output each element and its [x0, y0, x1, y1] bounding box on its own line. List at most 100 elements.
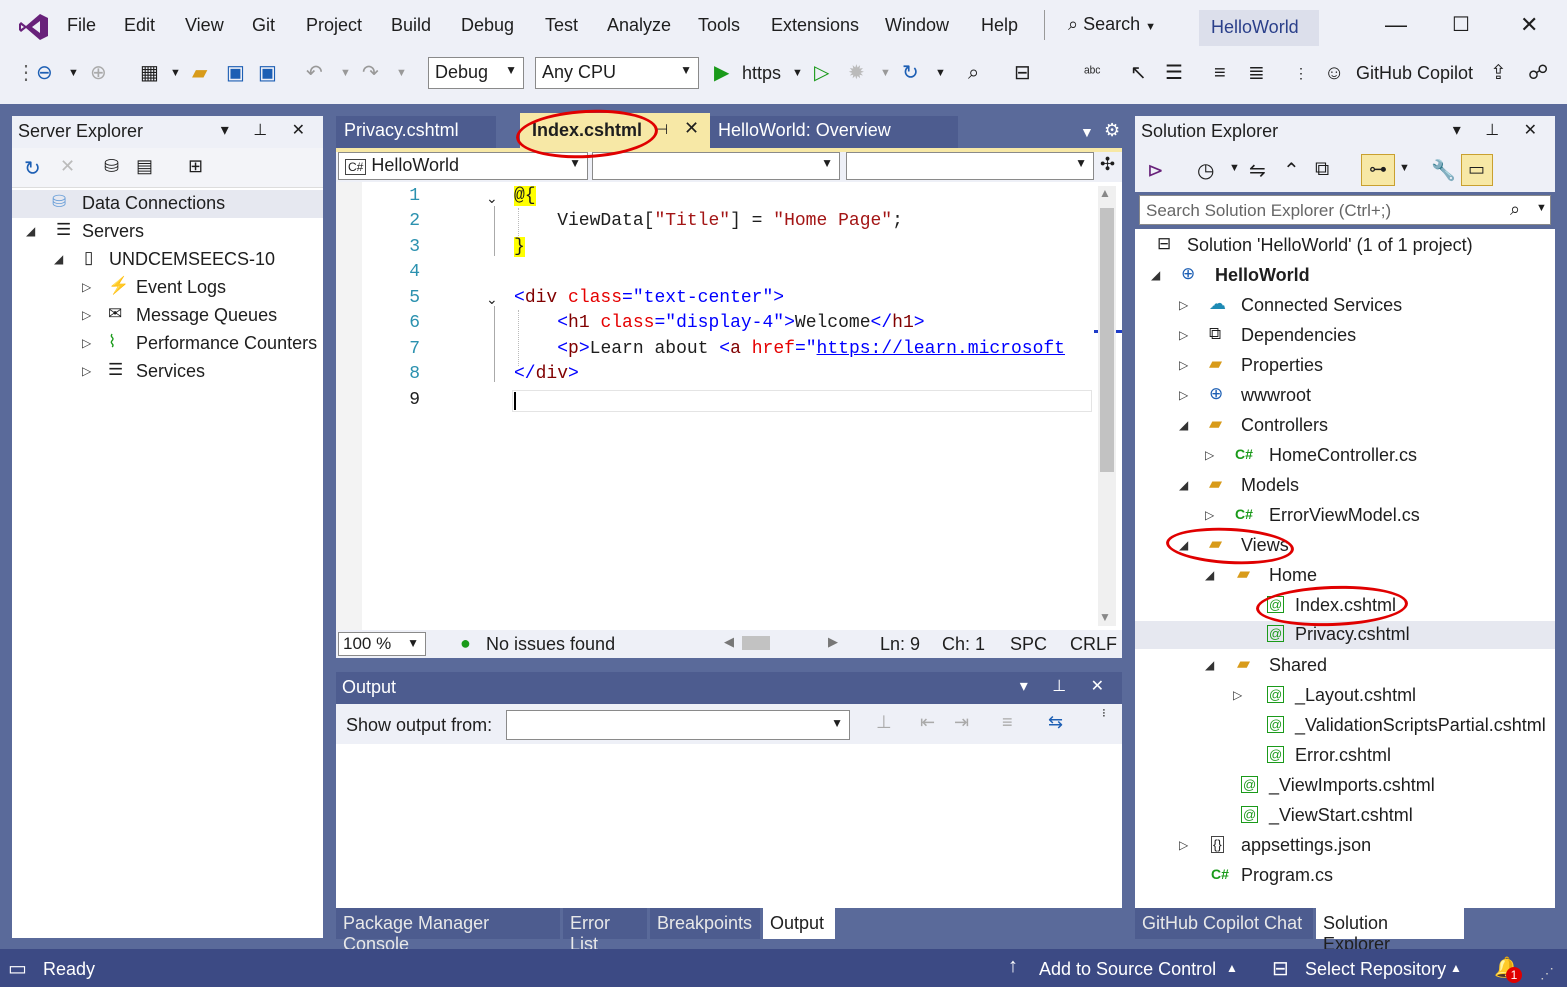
menu-debug[interactable]: Debug: [461, 15, 514, 36]
tree-appsettings[interactable]: ▷ {} appsettings.json: [1135, 832, 1555, 860]
collapse-arrow-icon[interactable]: ◢: [1179, 478, 1188, 492]
type-nav-select[interactable]: ▼: [592, 152, 840, 180]
panel-controls[interactable]: ▾ ⊥ ✕: [1020, 676, 1114, 696]
undo-dropdown-icon[interactable]: ▼: [340, 60, 351, 86]
expand-arrow-icon[interactable]: ▷: [1205, 508, 1214, 522]
copilot-icon[interactable]: ☺: [1324, 60, 1344, 86]
menu-window[interactable]: Window: [885, 15, 949, 36]
collapse-arrow-icon[interactable]: ◢: [1205, 568, 1214, 582]
visual-studio-logo-icon[interactable]: [18, 12, 50, 42]
menu-extensions[interactable]: Extensions: [771, 15, 859, 36]
expand-arrow-icon[interactable]: ▷: [1179, 358, 1188, 372]
refresh-icon[interactable]: ↻: [24, 156, 41, 181]
line-ending-indicator[interactable]: CRLF: [1070, 634, 1117, 655]
browser-link-icon[interactable]: ⊟: [1014, 60, 1031, 86]
tree-project[interactable]: ◢ ⊕ HelloWorld: [1135, 262, 1555, 290]
comment-icon[interactable]: ≡: [1214, 60, 1226, 86]
tree-item-performance-counters[interactable]: ▷ ⌇ Performance Counters: [12, 330, 323, 358]
tree-error-view-model[interactable]: ▷ C# ErrorViewModel.cs: [1135, 502, 1555, 530]
scrollbar-thumb[interactable]: [1100, 208, 1114, 472]
open-folder-icon[interactable]: ▰: [192, 60, 207, 86]
minimize-icon[interactable]: —: [1385, 12, 1407, 38]
connect-database-icon[interactable]: ⛁: [104, 156, 119, 177]
expand-arrow-icon[interactable]: ▷: [82, 336, 91, 350]
new-project-icon[interactable]: ▦: [140, 60, 159, 86]
fold-collapse-icon[interactable]: ⌄: [486, 190, 498, 207]
toolbar-overflow-icon[interactable]: ⋮: [1294, 60, 1308, 86]
back-icon[interactable]: ⊖: [36, 60, 53, 86]
menu-help[interactable]: Help: [981, 15, 1018, 36]
close-tab-icon[interactable]: ✕: [684, 118, 699, 139]
tree-program-cs[interactable]: C# Program.cs: [1135, 862, 1555, 890]
run-dropdown-icon[interactable]: ▼: [792, 60, 803, 86]
undo-icon[interactable]: ↶: [306, 60, 323, 86]
tree-item-servers[interactable]: ◢ ☰ Servers: [12, 218, 323, 246]
config-select[interactable]: Debug ▼: [428, 57, 524, 89]
tree-solution[interactable]: ⊟ Solution 'HelloWorld' (1 of 1 project): [1135, 232, 1555, 260]
tree-item-event-logs[interactable]: ▷ ⚡ Event Logs: [12, 274, 323, 302]
tab-overview[interactable]: HelloWorld: Overview: [710, 116, 958, 148]
search-button[interactable]: ⌕ Search ▼: [1068, 14, 1156, 35]
sync-icon[interactable]: ⇋: [1249, 158, 1266, 183]
scroll-left-icon[interactable]: ◀: [724, 634, 734, 650]
line-indicator[interactable]: Ln: 9: [880, 634, 920, 655]
expand-arrow-icon[interactable]: ▷: [1179, 328, 1188, 342]
column-indicator[interactable]: Ch: 1: [942, 634, 985, 655]
prev-message-icon[interactable]: ⇤: [920, 712, 935, 733]
tab-github-copilot-chat[interactable]: GitHub Copilot Chat: [1135, 908, 1313, 939]
overflow-icon[interactable]: ⁝: [1102, 706, 1106, 720]
horizontal-scrollbar-thumb[interactable]: [742, 636, 770, 650]
show-all-files-icon[interactable]: ⧉: [1315, 158, 1329, 181]
tree-home-controller[interactable]: ▷ C# HomeController.cs: [1135, 442, 1555, 470]
save-icon[interactable]: ▣: [226, 60, 245, 86]
zoom-select[interactable]: 100 % ▼: [338, 632, 426, 656]
panel-controls[interactable]: ▾ ⊥ ✕: [1453, 120, 1547, 140]
tree-properties[interactable]: ▷ ▰ Properties: [1135, 352, 1555, 380]
tree-controllers[interactable]: ◢ ▰ Controllers: [1135, 412, 1555, 440]
menu-project[interactable]: Project: [306, 15, 362, 36]
live-share-icon[interactable]: ☍: [1528, 60, 1548, 86]
expand-arrow-icon[interactable]: ▷: [82, 364, 91, 378]
tree-item-machine[interactable]: ◢ ▯ UNDCEMSEECS-10: [12, 246, 323, 274]
spell-check-icon[interactable]: ᵃᵇᶜ: [1084, 60, 1101, 86]
pointer-icon[interactable]: ↖: [1130, 60, 1147, 86]
scroll-up-icon[interactable]: ▲: [1099, 186, 1111, 200]
expand-arrow-icon[interactable]: ▷: [1205, 448, 1214, 462]
chevron-up-icon[interactable]: ▲: [1226, 961, 1238, 975]
menu-build[interactable]: Build: [391, 15, 431, 36]
close-icon[interactable]: ✕: [1520, 12, 1538, 38]
expand-arrow-icon[interactable]: ▷: [1233, 688, 1242, 702]
tree-view-imports[interactable]: @ _ViewImports.cshtml: [1135, 772, 1555, 800]
platform-select[interactable]: Any CPU ▼: [535, 57, 699, 89]
tab-privacy[interactable]: Privacy.cshtml: [336, 116, 496, 148]
tree-error-cshtml[interactable]: @ Error.cshtml: [1135, 742, 1555, 770]
forward-icon[interactable]: ⊕: [90, 60, 107, 86]
hot-reload-icon[interactable]: ✹: [848, 60, 865, 86]
share-icon[interactable]: ⇪: [1490, 60, 1507, 86]
hot-reload-dropdown-icon[interactable]: ▼: [880, 60, 891, 86]
back-dropdown-icon[interactable]: ▼: [68, 60, 79, 86]
tree-wwwroot[interactable]: ▷ ⊕ wwwroot: [1135, 382, 1555, 410]
tree-validation-scripts[interactable]: @ _ValidationScriptsPartial.cshtml: [1135, 712, 1555, 740]
tab-error-list[interactable]: Error List: [563, 908, 647, 954]
menu-analyze[interactable]: Analyze: [607, 15, 671, 36]
output-content[interactable]: [336, 744, 1122, 908]
collapse-all-icon[interactable]: ⌃: [1283, 158, 1300, 183]
issues-status[interactable]: No issues found: [486, 634, 615, 655]
play-icon[interactable]: ▶: [714, 60, 729, 86]
collapse-arrow-icon[interactable]: ◢: [1205, 658, 1214, 672]
menu-git[interactable]: Git: [252, 15, 275, 36]
properties-wrench-icon[interactable]: 🔧: [1431, 158, 1456, 183]
scroll-right-icon[interactable]: ▶: [828, 634, 838, 650]
split-editor-icon[interactable]: ✣: [1100, 154, 1115, 175]
tree-layout-cshtml[interactable]: ▷ @ _Layout.cshtml: [1135, 682, 1555, 710]
chevron-up-icon[interactable]: ▲: [1450, 961, 1462, 975]
solution-search-input[interactable]: Search Solution Explorer (Ctrl+;) ⌕ ▼: [1139, 195, 1551, 225]
collapse-arrow-icon[interactable]: ◢: [1151, 268, 1160, 282]
tab-list-icon[interactable]: ▼: [1080, 124, 1094, 140]
tree-item-services[interactable]: ▷ ☰ Services: [12, 358, 323, 386]
tab-output-active[interactable]: Output: [763, 908, 835, 939]
save-all-icon[interactable]: ▣: [258, 60, 277, 86]
tab-breakpoints[interactable]: Breakpoints: [650, 908, 760, 939]
settings-gear-icon[interactable]: ⚙: [1104, 120, 1120, 141]
